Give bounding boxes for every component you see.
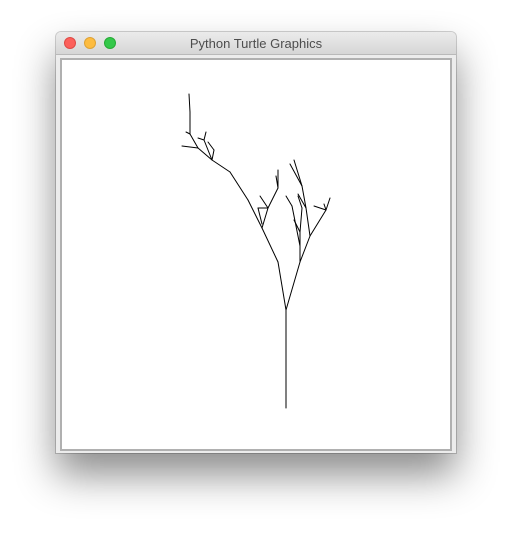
tree-branch-segment	[259, 195, 269, 209]
tree-branch-segment	[211, 159, 231, 173]
tree-branch-segment	[185, 131, 191, 135]
tree-branch-segment	[285, 195, 293, 207]
tree-branch-segment	[181, 145, 199, 149]
tree-branch-segment	[188, 93, 191, 113]
tree-branch-segment	[309, 209, 327, 237]
tree-branch-segment	[291, 205, 301, 247]
fractal-tree-drawing	[181, 93, 331, 409]
title-bar[interactable]: Python Turtle Graphics	[56, 32, 456, 55]
tree-branch-segment	[305, 207, 311, 237]
tree-branch-segment	[261, 227, 279, 263]
tree-branch-segment	[267, 187, 279, 209]
tree-branch-segment	[277, 261, 287, 311]
tree-branch-segment	[229, 171, 249, 201]
tree-branch-segment	[313, 205, 327, 211]
tree-branch-segment	[285, 261, 301, 311]
tree-branch-segment	[211, 149, 215, 161]
tree-branch-segment	[189, 133, 199, 149]
window-title: Python Turtle Graphics	[189, 36, 323, 51]
tree-branch-segment	[203, 131, 207, 141]
tree-branch-segment	[299, 207, 303, 233]
tree-branch-segment	[261, 207, 269, 229]
tree-branch-segment	[207, 141, 215, 151]
tree-branch-segment	[325, 197, 331, 211]
tree-branch-segment	[197, 137, 205, 141]
turtle-window: Python Turtle Graphics	[56, 32, 456, 453]
turtle-canvas[interactable]	[60, 58, 452, 451]
tree-branch-segment	[299, 235, 311, 263]
